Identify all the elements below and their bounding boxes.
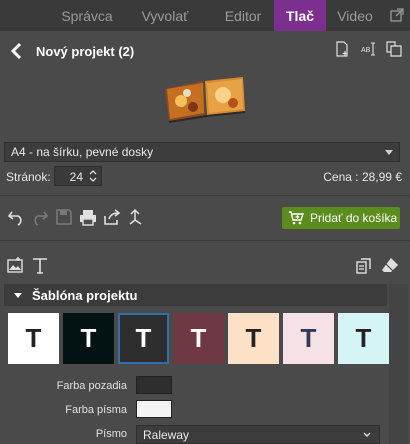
bg-color-swatch[interactable] (136, 376, 172, 394)
template-swatch[interactable]: T (228, 313, 279, 364)
back-arrow-icon[interactable] (9, 42, 23, 60)
tab-editor[interactable]: Editor (212, 0, 274, 31)
print-icon[interactable] (79, 208, 97, 226)
share-icon[interactable] (103, 208, 121, 226)
template-section-header[interactable]: Šablóna projektu (4, 284, 387, 306)
font-label: Písmo (95, 428, 127, 440)
template-swatch[interactable]: T (8, 313, 59, 364)
template-swatch[interactable]: T (118, 313, 169, 364)
spinner-arrows-icon[interactable] (89, 169, 97, 183)
pages-label: Stránok: (6, 170, 51, 184)
divider (0, 195, 410, 196)
divider (0, 240, 410, 241)
image-add-icon[interactable] (6, 256, 24, 274)
photobook-thumbnail (165, 77, 245, 123)
bg-color-label: Farba pozadia (56, 380, 127, 392)
undo-icon[interactable] (7, 208, 25, 226)
template-swatch[interactable]: T (173, 313, 224, 364)
svg-text:AB: AB (361, 47, 371, 54)
tab-video[interactable]: Video (326, 0, 384, 31)
format-value: A4 - na šírku, pevné dosky (11, 145, 154, 159)
collapse-triangle-icon (14, 292, 22, 298)
chevron-down-icon (363, 432, 371, 437)
scrollbar[interactable] (389, 284, 408, 444)
project-title: Nový projekt (2) (36, 44, 135, 59)
external-window-icon[interactable] (390, 8, 404, 22)
template-swatch[interactable]: T (63, 313, 114, 364)
top-tab-bar: Správca Vyvolať Editor Tlač Video (0, 0, 410, 31)
arrange-icon[interactable] (127, 208, 145, 226)
price-label: Cena : 28,99 € (323, 170, 402, 184)
dropdown-arrow-icon (385, 150, 393, 155)
project-header: Nový projekt (2) AB (0, 31, 410, 139)
template-list: TTTTTTT (8, 313, 389, 364)
template-swatch[interactable]: T (338, 313, 389, 364)
font-color-swatch[interactable] (136, 400, 172, 418)
rename-icon[interactable]: AB (360, 41, 376, 57)
save-icon[interactable] (55, 208, 73, 226)
font-color-label: Farba písma (65, 404, 127, 416)
redo-icon[interactable] (31, 208, 49, 226)
duplicate-icon[interactable] (386, 41, 402, 57)
font-value: Raleway (143, 427, 190, 442)
section-title: Šablóna projektu (32, 287, 138, 303)
new-page-icon[interactable] (334, 41, 350, 57)
eraser-icon[interactable] (381, 256, 399, 274)
font-dropdown[interactable]: Raleway (136, 425, 380, 444)
cart-plus-icon (289, 211, 304, 225)
tab-print[interactable]: Tlač (274, 0, 326, 31)
tab-develop[interactable]: Vyvolať (126, 0, 204, 31)
add-to-cart-label: Pridať do košíka (310, 211, 398, 225)
tab-manager[interactable]: Správca (48, 0, 126, 31)
format-dropdown[interactable]: A4 - na šírku, pevné dosky (4, 142, 400, 162)
copy-style-icon[interactable] (355, 256, 373, 274)
add-to-cart-button[interactable]: Pridať do košíka (282, 207, 400, 229)
text-tool-icon[interactable] (31, 256, 49, 274)
template-swatch[interactable]: T (283, 313, 334, 364)
